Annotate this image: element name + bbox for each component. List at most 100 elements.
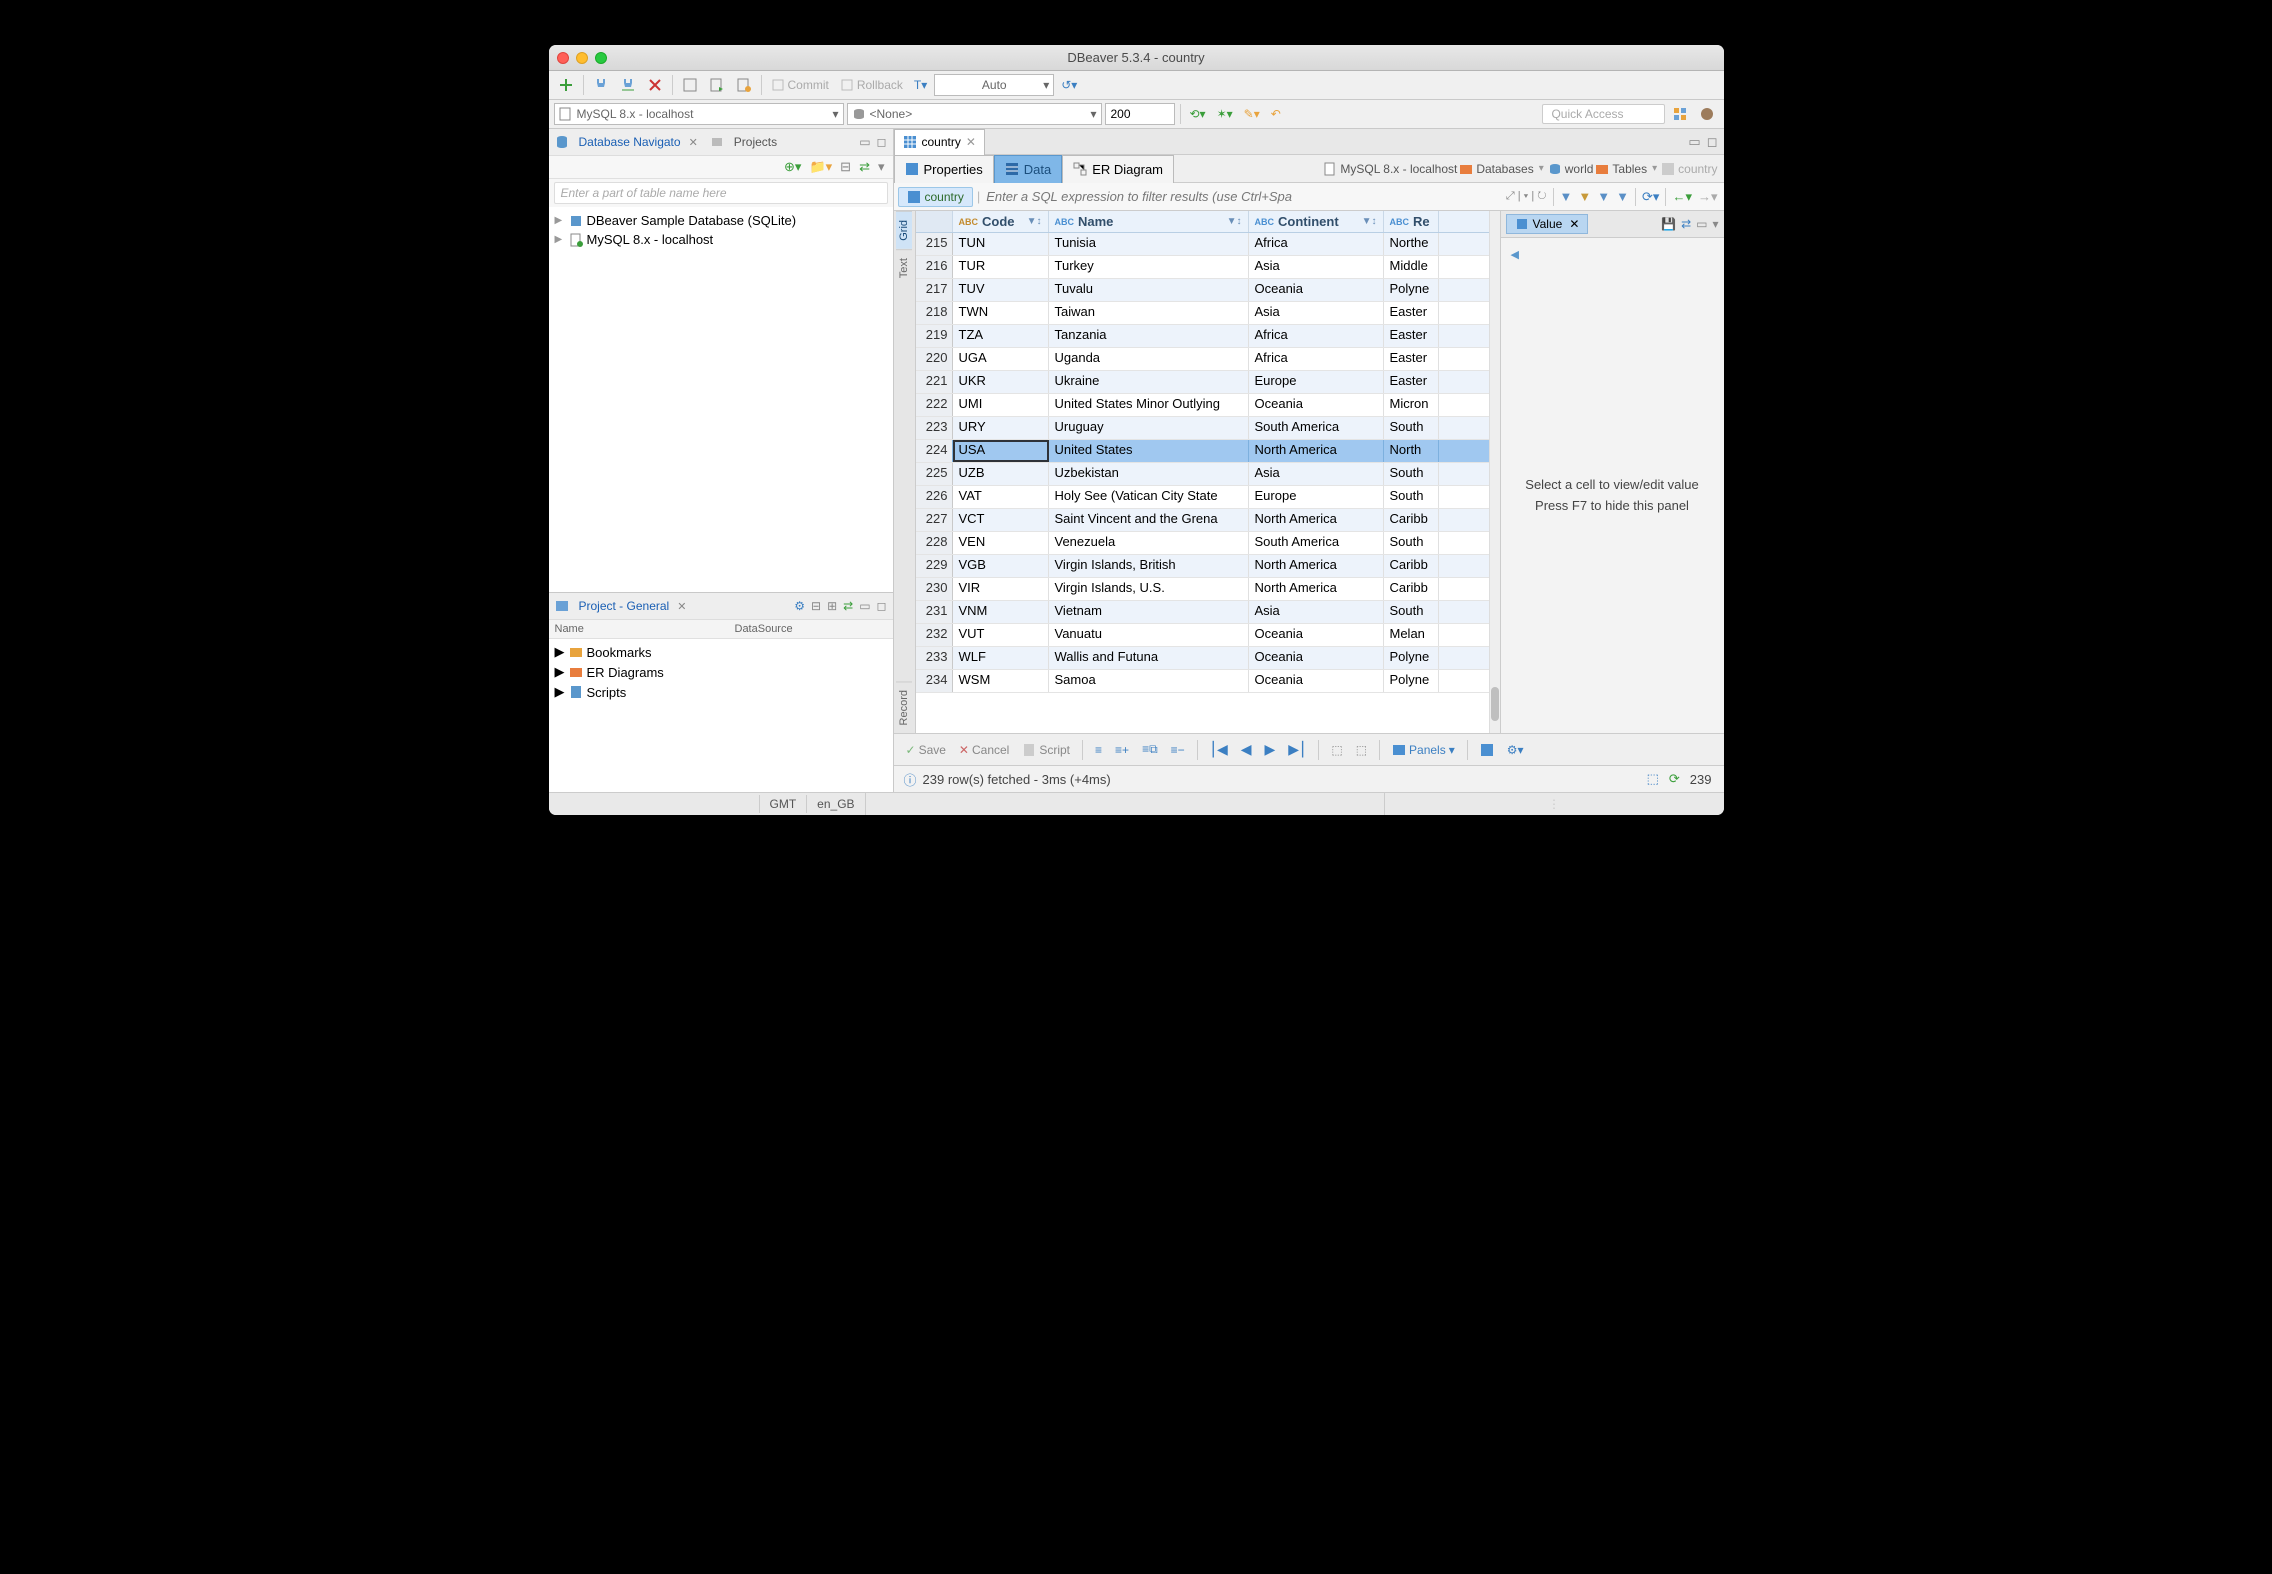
zoom-icon[interactable] — [595, 52, 607, 64]
maximize-icon[interactable]: ◻ — [877, 599, 887, 613]
table-row[interactable]: 230VIRVirgin Islands, U.S.North AmericaC… — [916, 578, 1489, 601]
tree-filter-input[interactable]: Enter a part of table name here — [554, 182, 888, 204]
table-row[interactable]: 229VGBVirgin Islands, BritishNorth Ameri… — [916, 555, 1489, 578]
sql-new-icon[interactable] — [732, 75, 756, 95]
menu-icon[interactable]: ▾ — [1712, 217, 1718, 231]
refresh-icon[interactable]: ⟳ — [1669, 771, 1680, 787]
save-button[interactable]: ✓Save — [902, 741, 950, 759]
value-tab[interactable]: Value✕ — [1506, 214, 1589, 234]
new-conn-icon[interactable]: ⊕▾ — [784, 159, 801, 175]
close-tab-icon[interactable]: ✕ — [677, 600, 686, 613]
prev-icon[interactable]: ◀ — [1237, 739, 1256, 760]
fetch-all-icon[interactable]: ⬚ — [1352, 741, 1371, 759]
col-header-name[interactable]: ABCName▼↕ — [1049, 211, 1249, 232]
table-row[interactable]: 234WSMSamoaOceaniaPolyne — [916, 670, 1489, 693]
fetch-size-icon[interactable]: ⬚ — [1327, 741, 1346, 759]
connection-select[interactable]: MySQL 8.x - localhost — [554, 103, 844, 125]
minimize-icon[interactable]: ▭ — [1696, 217, 1707, 231]
save-icon[interactable]: 💾 — [1661, 217, 1676, 231]
table-row[interactable]: 216TURTurkeyAsiaMiddle — [916, 256, 1489, 279]
plug-sync-icon[interactable] — [616, 75, 640, 95]
disconnect-icon[interactable] — [643, 75, 667, 95]
filter-apply-icon[interactable]: ▼ — [1560, 189, 1573, 204]
gear-icon[interactable]: ⚙▾ — [1503, 741, 1528, 759]
vtab-grid[interactable]: Grid — [896, 211, 912, 249]
stop-icon[interactable]: ✶▾ — [1213, 105, 1237, 123]
highlight-icon[interactable]: ✎▾ — [1240, 105, 1264, 123]
table-row[interactable]: 224USAUnited StatesNorth AmericaNorth — [916, 440, 1489, 463]
nav-back-icon[interactable]: ←▾ — [1672, 189, 1692, 205]
undo-icon[interactable]: ↶ — [1267, 105, 1285, 123]
schema-select[interactable]: <None> — [847, 103, 1102, 125]
filter-remove-icon[interactable]: ▼ — [1578, 189, 1591, 204]
editor-tab-country[interactable]: country ✕ — [894, 129, 985, 155]
table-row[interactable]: 233WLFWallis and FutunaOceaniaPolyne — [916, 647, 1489, 670]
bc-databases[interactable]: Databases▾ — [1459, 162, 1545, 176]
table-row[interactable]: 220UGAUgandaAfricaEaster — [916, 348, 1489, 371]
sql-editor-icon[interactable] — [678, 75, 702, 95]
tab-properties[interactable]: Properties — [894, 155, 994, 183]
add-row-plus-icon[interactable]: ≡+ — [1111, 741, 1133, 759]
table-row[interactable]: 215TUNTunisiaAfricaNorthe — [916, 233, 1489, 256]
commit-mode-select[interactable]: Auto — [934, 74, 1054, 96]
tree-node[interactable]: ▶MySQL 8.x - localhost — [549, 230, 893, 249]
panels-button[interactable]: Panels ▾ — [1388, 741, 1459, 759]
table-row[interactable]: 217TUVTuvaluOceaniaPolyne — [916, 279, 1489, 302]
minimize-icon[interactable]: ▭ — [859, 135, 870, 149]
plug-icon[interactable] — [589, 75, 613, 95]
table-row[interactable]: 225UZBUzbekistanAsiaSouth — [916, 463, 1489, 486]
perspective-icon[interactable] — [1668, 104, 1692, 124]
layout-icon[interactable] — [1476, 741, 1498, 759]
refresh-icon[interactable]: ⟲▾ — [1186, 105, 1210, 123]
minimize-icon[interactable] — [576, 52, 588, 64]
table-row[interactable]: 226VATHoly See (Vatican City StateEurope… — [916, 486, 1489, 509]
filter-custom-icon[interactable]: ▼ — [1597, 189, 1610, 204]
nav-fwd-icon[interactable]: →▾ — [1698, 189, 1718, 205]
minimize-icon[interactable]: ▭ — [859, 599, 870, 613]
navigator-tree[interactable]: ▶DBeaver Sample Database (SQLite) ▶MySQL… — [549, 207, 893, 592]
history-icon[interactable]: ↺▾ — [1057, 76, 1081, 94]
col-header-region[interactable]: ABCRe — [1384, 211, 1439, 232]
link-icon[interactable]: ⇄ — [843, 599, 853, 613]
project-tree[interactable]: ▶Bookmarks ▶ER Diagrams ▶Scripts — [549, 639, 893, 792]
col-header-code[interactable]: ABCCode▼↕ — [953, 211, 1049, 232]
table-filter-label[interactable]: country — [898, 187, 973, 207]
del-row-icon[interactable]: ≡− — [1167, 741, 1189, 759]
bc-country[interactable]: country — [1661, 162, 1717, 176]
commit-button[interactable]: Commit — [767, 76, 833, 94]
collapse-icon[interactable]: ⊟ — [840, 159, 851, 175]
table-row[interactable]: 232VUTVanuatuOceaniaMelan — [916, 624, 1489, 647]
rollback-button[interactable]: Rollback — [836, 76, 907, 94]
row-limit-input[interactable] — [1105, 103, 1175, 125]
next-icon[interactable]: ▶ — [1261, 739, 1280, 760]
tab-er[interactable]: ER Diagram — [1062, 155, 1174, 183]
menu-icon[interactable]: ▾ — [878, 159, 885, 175]
project-tab[interactable]: Project - General — [575, 597, 674, 615]
vertical-scrollbar[interactable] — [1489, 211, 1500, 733]
dup-row-icon[interactable]: ≡⧉ — [1138, 740, 1162, 759]
tree-node[interactable]: ▶DBeaver Sample Database (SQLite) — [549, 211, 893, 230]
tab-data[interactable]: Data — [994, 155, 1062, 183]
close-icon[interactable] — [557, 52, 569, 64]
data-grid[interactable]: ABCCode▼↕ ABCName▼↕ ABCContinent▼↕ ABCRe… — [916, 211, 1489, 733]
link-icon[interactable]: ⇄ — [859, 159, 870, 175]
new-folder-icon[interactable]: 📁▾ — [809, 159, 832, 175]
dbeaver-perspective-icon[interactable] — [1695, 104, 1719, 124]
add-icon[interactable]: ⊞ — [827, 599, 837, 613]
table-row[interactable]: 228VENVenezuelaSouth AmericaSouth — [916, 532, 1489, 555]
sql-run-icon[interactable] — [705, 75, 729, 95]
close-tab-icon[interactable]: ✕ — [689, 136, 698, 149]
vtab-text[interactable]: Text — [896, 249, 912, 286]
switch-icon[interactable]: ⇄ — [1681, 217, 1691, 231]
gear-icon[interactable]: ⚙ — [794, 599, 805, 613]
bc-connection[interactable]: MySQL 8.x - localhost — [1323, 162, 1457, 176]
maximize-icon[interactable]: ◻ — [1707, 134, 1718, 150]
sql-filter-input[interactable]: Enter a SQL expression to filter results… — [980, 189, 1506, 204]
close-icon[interactable]: ✕ — [966, 135, 976, 149]
filter-undo-icon[interactable]: ▼ — [1616, 189, 1629, 204]
minimize-icon[interactable]: ▭ — [1688, 134, 1700, 150]
cancel-button[interactable]: ✕Cancel — [955, 741, 1013, 759]
first-icon[interactable]: ⎮◀ — [1206, 739, 1232, 760]
resultset-icon[interactable]: ⬚ — [1647, 771, 1659, 787]
table-row[interactable]: 223URYUruguaySouth AmericaSouth — [916, 417, 1489, 440]
